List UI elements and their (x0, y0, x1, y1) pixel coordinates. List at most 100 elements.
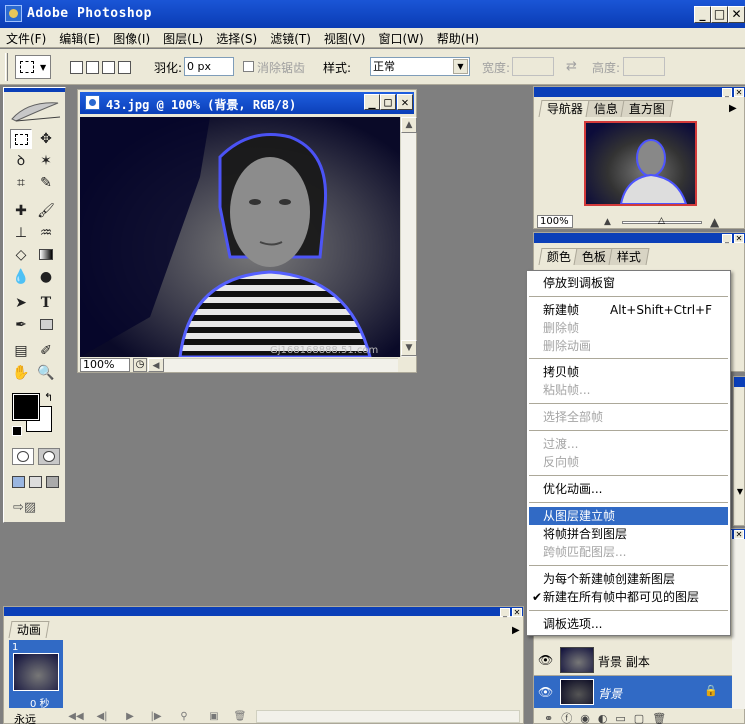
jump-to-imageready-button[interactable]: ⇨▨ (13, 500, 59, 518)
frame-delay[interactable]: 0 秒 (30, 695, 50, 710)
standard-mode-button[interactable] (12, 448, 34, 465)
menu-file[interactable]: 文件(F) (0, 28, 53, 47)
document-minimize-button[interactable]: _ (364, 94, 380, 110)
layers-scrollbar[interactable] (732, 539, 745, 709)
animation-frame[interactable]: 1 0 秒 (9, 640, 63, 710)
zoom-out-icon[interactable]: ▲ (604, 217, 611, 227)
add-selection-icon[interactable] (86, 61, 99, 74)
pen-tool[interactable]: ✒ (10, 315, 32, 335)
duplicate-frame-button[interactable]: ▣ (204, 710, 224, 724)
menu-item-new-frame[interactable]: 新建帧 Alt+Shift+Ctrl+F (529, 301, 728, 319)
tab-histogram[interactable]: 直方图 (620, 100, 674, 117)
path-select-tool[interactable]: ➤ (10, 293, 32, 313)
first-frame-button[interactable]: ◀◀ (66, 710, 86, 724)
slice-tool[interactable]: ✎ (35, 173, 57, 193)
options-grip[interactable] (5, 53, 8, 81)
document-title-bar[interactable]: 43.jpg @ 100% (背景, RGB/8) _ □ ✕ (80, 92, 414, 114)
eyedropper-tool[interactable]: ✐ (35, 341, 57, 361)
scroll-down-button[interactable]: ▼ (401, 340, 417, 356)
tab-navigator[interactable]: 导航器 (538, 100, 592, 117)
color-panel-titlebar[interactable] (534, 233, 745, 243)
scroll-down-icon[interactable]: ▼ (734, 487, 745, 501)
type-tool[interactable]: T (35, 293, 57, 313)
menu-item-delete-animation[interactable]: 删除动画 (529, 337, 728, 355)
feather-logo-icon[interactable] (8, 97, 62, 125)
hand-tool[interactable]: ✋ (10, 363, 32, 383)
swap-colors-icon[interactable]: ↰ (44, 391, 53, 404)
image-canvas[interactable]: Gj168168888.51.com (80, 117, 400, 357)
menu-item-create-layer-per-frame[interactable]: 为每个新建帧创建新图层 (529, 570, 728, 588)
brush-tool[interactable]: 🖌 (35, 201, 57, 221)
tab-animation[interactable]: 动画 (8, 621, 50, 638)
magic-wand-tool[interactable]: ✶ (35, 151, 57, 171)
screen-mode-full-icon[interactable] (46, 476, 59, 488)
panel-minimize-button[interactable]: _ (722, 88, 732, 97)
history-brush-tool[interactable]: ♒ (35, 223, 57, 243)
menu-item-paste-frame[interactable]: 粘贴帧... (529, 381, 728, 399)
toolbox-title[interactable] (4, 88, 65, 92)
shape-tool[interactable] (35, 315, 57, 335)
panel-close-button[interactable]: ✕ (734, 530, 744, 539)
swap-icon[interactable]: ⇄ (566, 59, 577, 74)
notes-tool[interactable]: ▤ (10, 341, 32, 361)
antialias-checkbox[interactable] (243, 61, 254, 72)
tool-preset-picker[interactable]: ▼ (15, 55, 51, 79)
menu-help[interactable]: 帮助(H) (431, 28, 486, 47)
document-zoom-field[interactable]: 100% (80, 358, 130, 372)
menu-item-delete-frame[interactable]: 删除帧 (529, 319, 728, 337)
panel-menu-arrow-icon[interactable]: ▶ (729, 103, 737, 114)
menu-filter[interactable]: 滤镜(T) (264, 28, 318, 47)
animation-panel-titlebar[interactable] (4, 607, 523, 616)
menu-item-optimize-animation[interactable]: 优化动画... (529, 480, 728, 498)
status-menu-icon[interactable]: ◷ (133, 358, 147, 372)
eraser-tool[interactable]: ◇ (10, 245, 32, 265)
menu-window[interactable]: 窗口(W) (372, 28, 430, 47)
layer-actions-bar[interactable]: ⚭ⓕ◉◐▭▢🗑 (534, 710, 745, 724)
blur-tool[interactable]: 💧 (10, 267, 32, 287)
history-panel-titlebar[interactable] (734, 377, 745, 387)
height-input[interactable] (623, 57, 665, 76)
width-input[interactable] (512, 57, 554, 76)
menu-view[interactable]: 视图(V) (318, 28, 373, 47)
layer-row[interactable]: 👁 背景 副本 (534, 644, 732, 676)
navigator-zoom-field[interactable]: 100% (537, 215, 573, 228)
subtract-selection-icon[interactable] (102, 61, 115, 74)
new-selection-icon[interactable] (70, 61, 83, 74)
navigator-preview[interactable] (584, 121, 697, 206)
menu-item-new-layers-visible-all-frames[interactable]: ✔ 新建在所有帧中都可见的图层 (529, 588, 728, 606)
menu-item-select-all-frames[interactable]: 选择全部帧 (529, 408, 728, 426)
panel-close-button[interactable]: ✕ (734, 234, 744, 243)
document-maximize-button[interactable]: □ (380, 94, 396, 110)
panel-close-button[interactable]: ✕ (512, 608, 522, 617)
next-frame-button[interactable]: |▶ (146, 710, 166, 724)
style-select[interactable]: 正常 ▼ (370, 57, 470, 76)
zoom-tool[interactable]: 🔍 (35, 363, 57, 383)
menu-item-palette-options[interactable]: 调板选项... (529, 615, 728, 633)
play-button[interactable]: ▶ (120, 710, 140, 724)
screen-mode-standard-icon[interactable] (12, 476, 25, 488)
move-tool[interactable]: ✥ (35, 129, 57, 149)
menu-image[interactable]: 图像(I) (107, 28, 157, 47)
eye-icon[interactable]: 👁 (538, 653, 553, 667)
menu-item-dock-to-palette[interactable]: 停放到调板窗 (529, 274, 728, 292)
tab-styles[interactable]: 样式 (608, 248, 650, 265)
panel-menu-arrow-icon[interactable]: ▶ (512, 625, 520, 636)
navigator-panel-titlebar[interactable] (534, 87, 745, 97)
maximize-window-button[interactable]: □ (711, 6, 728, 23)
slider-thumb-icon[interactable]: △ (658, 216, 665, 226)
menu-item-make-frames-from-layers[interactable]: 从图层建立帧 (529, 507, 728, 525)
intersect-selection-icon[interactable] (118, 61, 131, 74)
clone-stamp-tool[interactable]: ⊥ (10, 223, 32, 243)
document-close-button[interactable]: ✕ (397, 94, 413, 110)
delete-frame-button[interactable]: 🗑 (230, 710, 250, 724)
scroll-up-button[interactable]: ▲ (401, 117, 417, 133)
tween-button[interactable]: ⚲ (174, 710, 194, 724)
menu-item-copy-frame[interactable]: 拷贝帧 (529, 363, 728, 381)
document-horizontal-scrollbar[interactable]: ◀ (148, 358, 398, 372)
menu-item-match-layer-across-frames[interactable]: 跨帧匹配图层... (529, 543, 728, 561)
rect-marquee-tool[interactable] (10, 129, 32, 149)
animation-scrollbar[interactable] (256, 710, 520, 723)
previous-frame-button[interactable]: ◀| (92, 710, 112, 724)
eye-icon[interactable]: 👁 (538, 685, 553, 699)
screen-mode-menu-icon[interactable] (29, 476, 42, 488)
